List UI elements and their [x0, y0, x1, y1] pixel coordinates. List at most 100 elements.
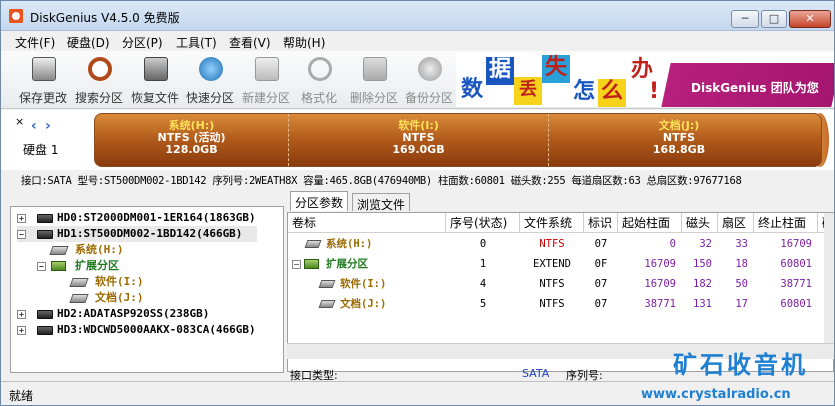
new-partition-button[interactable]: 新建分区 [238, 55, 294, 107]
column-header[interactable]: 磁头 [682, 213, 718, 233]
cell-end-cyl: 60801 [780, 258, 812, 270]
cell-head: 32 [699, 238, 712, 250]
tab-browse-files[interactable]: 浏览文件 [352, 193, 411, 212]
menu-view[interactable]: 查看(V) [229, 34, 271, 51]
expand-icon[interactable]: + [17, 214, 26, 223]
tree-item-label: 文档(J:) [95, 291, 144, 304]
cell-start-cyl: 38771 [644, 298, 676, 310]
column-header[interactable]: 文件系统 [520, 213, 584, 233]
toolbar: 保存更改 搜索分区 恢复文件 快速分区 新建分区 格式化 删除分区 备份分区 数… [1, 51, 834, 109]
vertical-scrollbar[interactable] [824, 213, 834, 343]
extended-partition-icon [304, 259, 319, 269]
column-header[interactable]: 终止柱面 [754, 213, 818, 233]
table-row[interactable]: 文档(J:) 5 NTFS 07 38771 131 17 60801 [288, 294, 833, 314]
column-header[interactable]: 序号(状态) [446, 213, 520, 233]
menu-tools[interactable]: 工具(T) [176, 34, 217, 51]
recover-file-label: 恢复文件 [130, 91, 179, 105]
table-row[interactable]: 软件(I:) 4 NTFS 07 16709 182 50 38771 [288, 274, 833, 294]
cell-start-cyl: 16709 [644, 258, 676, 270]
cell-fs: NTFS [539, 298, 565, 310]
cell-seq: 5 [479, 298, 487, 310]
collapse-icon[interactable]: − [292, 260, 301, 269]
cell-seq: 1 [479, 258, 487, 270]
recover-file-button[interactable]: 恢复文件 [127, 55, 183, 107]
cell-head: 131 [693, 298, 712, 310]
next-disk-icon[interactable]: › [45, 118, 51, 134]
cell-seq: 4 [479, 278, 487, 290]
expand-icon[interactable]: + [17, 326, 26, 335]
quick-partition-label: 快速分区 [185, 91, 234, 105]
partition-block-software[interactable]: 软件(I:) NTFS 169.0GB [289, 114, 549, 166]
tab-partition-params[interactable]: 分区参数 [290, 191, 349, 211]
cell-head: 182 [693, 278, 712, 290]
disk-partition-bar: 系统(H:) NTFS (活动) 128.0GB 软件(I:) NTFS 169… [94, 113, 822, 167]
extended-partition-icon [51, 261, 66, 271]
watermark-title: 矿石收音机 [673, 351, 808, 379]
cell-label: 软件(I:) [340, 278, 387, 290]
partition-icon [318, 280, 336, 288]
backup-partition-button[interactable]: 备份分区 [401, 55, 457, 107]
delete-partition-button[interactable]: 删除分区 [346, 55, 402, 107]
column-header[interactable]: 起始柱面 [618, 213, 682, 233]
search-icon [88, 57, 112, 81]
quick-partition-button[interactable]: 快速分区 [182, 55, 238, 107]
minimize-button[interactable]: ─ [731, 10, 759, 28]
cell-fs: NTFS [539, 278, 565, 290]
collapse-icon[interactable]: − [37, 262, 46, 271]
table-row[interactable]: 系统(H:) 0 NTFS 07 0 32 33 16709 [288, 234, 833, 254]
menu-file[interactable]: 文件(F) [15, 34, 55, 51]
hard-disk-icon [37, 214, 53, 223]
cell-sector: 18 [735, 258, 748, 270]
banner-char: ! [648, 79, 660, 104]
partition-icon [49, 246, 69, 255]
window-title: DiskGenius V4.5.0 免费版 [30, 11, 180, 25]
cell-seq: 0 [479, 238, 487, 250]
partition-size: 128.0GB [165, 143, 218, 156]
maximize-button[interactable]: □ [761, 10, 787, 28]
menu-partition[interactable]: 分区(P) [122, 34, 163, 51]
search-partition-label: 搜索分区 [74, 91, 123, 105]
prev-disk-icon[interactable]: ‹ [31, 118, 37, 134]
column-header[interactable]: 扇区 [718, 213, 754, 233]
table-row[interactable]: − 扩展分区 1 EXTEND 0F 16709 150 18 60801 [288, 254, 833, 274]
banner-char: 丢 [514, 77, 542, 105]
format-button[interactable]: 格式化 [291, 55, 347, 107]
hard-disk-icon [37, 326, 53, 335]
cell-start-cyl: 0 [669, 238, 676, 250]
cell-fs: EXTEND [533, 258, 571, 270]
interface-type-value: SATA [522, 367, 550, 380]
expand-icon[interactable]: + [17, 310, 26, 319]
partition-block-system[interactable]: 系统(H:) NTFS (活动) 128.0GB [95, 114, 289, 166]
tree-item-hd1[interactable]: − HD1:ST500DM002-1BD142(466GB) [17, 226, 257, 242]
tree-item-label: HD3:WDCWD5000AAKX-083CA(466GB) [57, 323, 256, 336]
close-button[interactable]: ✕ [789, 10, 831, 28]
save-changes-button[interactable]: 保存更改 [15, 55, 71, 107]
menu-bar: 文件(F) 硬盘(D) 分区(P) 工具(T) 查看(V) 帮助(H) [1, 31, 834, 51]
cell-id: 07 [594, 238, 608, 250]
collapse-icon[interactable]: − [17, 230, 26, 239]
search-partition-button[interactable]: 搜索分区 [71, 55, 127, 107]
collapse-icon[interactable]: × [15, 115, 24, 128]
delete-partition-label: 删除分区 [349, 91, 398, 105]
column-header[interactable]: 标识 [584, 213, 618, 233]
hard-disk-icon [37, 310, 53, 319]
disk-tree[interactable]: + HD0:ST2000DM001-1ER164(1863GB) − HD1:S… [10, 206, 284, 373]
tree-item-label: 软件(I:) [95, 275, 144, 288]
new-partition-label: 新建分区 [241, 91, 290, 105]
banner-char: 据 [486, 57, 514, 85]
column-header[interactable]: 卷标 [288, 213, 446, 233]
new-partition-icon [255, 57, 279, 81]
partition-icon [69, 294, 89, 303]
cell-id: 07 [594, 278, 608, 290]
menu-disk[interactable]: 硬盘(D) [67, 34, 110, 51]
partition-icon [318, 300, 336, 308]
partition-block-documents[interactable]: 文档(J:) NTFS 168.8GB [549, 114, 809, 166]
ad-banner[interactable]: 数 据 丢 失 怎 么 办 ! DiskGenius 团队为您 [456, 53, 834, 107]
cell-end-cyl: 38771 [780, 278, 812, 290]
delete-partition-icon [363, 57, 387, 81]
menu-help[interactable]: 帮助(H) [283, 34, 325, 51]
tree-item-label: 系统(H:) [75, 243, 124, 256]
detail-tabs: 分区参数 浏览文件 [290, 191, 834, 212]
cell-head: 150 [693, 258, 712, 270]
disk-label: 硬盘 1 [23, 143, 59, 157]
